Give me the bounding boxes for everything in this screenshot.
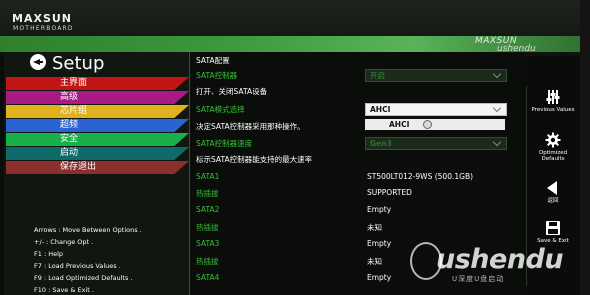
button-caption: Previous Values bbox=[531, 107, 575, 113]
menu-label: 启动 bbox=[60, 148, 79, 158]
select-value: AHCI bbox=[370, 105, 391, 114]
menu-item-main[interactable]: 主界面 bbox=[6, 77, 189, 90]
chevron-down-icon bbox=[492, 137, 502, 147]
chevron-down-icon bbox=[492, 103, 502, 113]
optimized-defaults-button[interactable]: Optimized Defaults bbox=[530, 132, 576, 162]
menu-item-boot[interactable]: 启动 bbox=[6, 147, 189, 160]
help-line: F10 : Save & Exit . bbox=[34, 286, 94, 294]
port-label: SATA1 bbox=[196, 172, 220, 181]
mouse-cursor bbox=[423, 120, 432, 129]
sata-controller-select[interactable]: 开启 bbox=[365, 69, 507, 82]
help-line: F1 : Help bbox=[34, 250, 64, 258]
button-caption: Optimized Defaults bbox=[538, 150, 568, 162]
dropdown-option[interactable]: AHCI bbox=[365, 119, 505, 130]
port-label: SATA4 bbox=[196, 273, 220, 282]
hotplug-value: 未知 bbox=[367, 223, 382, 232]
back-arrow-icon bbox=[547, 181, 557, 195]
hotplug-label: 热插拔 bbox=[196, 223, 219, 232]
sliders-icon bbox=[546, 90, 560, 104]
bios-screen: MAXSUN MOTHERBOARD MAXSUN ushendu Setup … bbox=[0, 0, 590, 295]
setting-sata-mode[interactable]: SATA模式选择 bbox=[196, 104, 245, 115]
port-value: Empty bbox=[367, 239, 392, 248]
port-value: Empty bbox=[367, 205, 392, 214]
setting-sata-controller[interactable]: SATA控制器 bbox=[196, 70, 237, 81]
menu-label: 高级 bbox=[60, 92, 79, 102]
previous-values-button[interactable]: Previous Values bbox=[530, 89, 576, 113]
hotplug-label: 热插拔 bbox=[196, 257, 219, 266]
menu-item-chipset[interactable]: 芯片组 bbox=[6, 105, 189, 118]
setting-help: 打开、关闭SATA设备 bbox=[196, 87, 268, 96]
back-arrow-icon[interactable] bbox=[30, 54, 46, 70]
save-exit-button[interactable]: Save & Exit bbox=[530, 220, 576, 244]
menu-label: 超频 bbox=[60, 120, 79, 130]
port-value: ST500LT012-9WS (500.1GB) bbox=[367, 172, 474, 181]
menu-item-advanced[interactable]: 高级 bbox=[6, 91, 189, 104]
port-label: SATA3 bbox=[196, 239, 220, 248]
menu-item-save-exit[interactable]: 保存退出 bbox=[6, 161, 189, 174]
sata-mode-select[interactable]: AHCI bbox=[365, 103, 507, 116]
select-value: 开启 bbox=[370, 71, 385, 80]
setting-help: 决定SATA控制器采用那种操作。 bbox=[196, 122, 305, 131]
back-button[interactable]: 返回 bbox=[530, 180, 576, 204]
setting-help: 标示SATA控制器能支持的最大速率 bbox=[196, 155, 313, 164]
setting-sata-speed[interactable]: SATA控制器速度 bbox=[196, 138, 252, 149]
chevron-down-icon bbox=[492, 69, 502, 79]
header-bar: MAXSUN MOTHERBOARD MAXSUN ushendu bbox=[0, 0, 590, 56]
button-caption: 返回 bbox=[547, 198, 559, 204]
hotplug-value: 未知 bbox=[367, 257, 382, 266]
hotplug-value: SUPPORTED bbox=[367, 188, 412, 197]
select-value: Gen3 bbox=[370, 139, 392, 148]
screen-edge bbox=[580, 0, 590, 295]
menu-label: 安全 bbox=[60, 134, 79, 144]
help-line: +/- : Change Opt . bbox=[34, 238, 94, 246]
help-line: Arrows : Move Between Options . bbox=[34, 226, 142, 234]
menu-label: 主界面 bbox=[60, 78, 88, 88]
section-title: SATA配置 bbox=[196, 56, 230, 65]
menu-item-overclock[interactable]: 超频 bbox=[6, 119, 189, 132]
help-line: F7 : Load Previous Values . bbox=[34, 262, 121, 270]
watermark-text: ushendu bbox=[436, 244, 564, 275]
menu-item-security[interactable]: 安全 bbox=[6, 133, 189, 146]
brand-logo: MAXSUN bbox=[12, 12, 73, 25]
menu-label: 芯片组 bbox=[60, 106, 88, 116]
brand-logo-sub: MOTHERBOARD bbox=[13, 25, 74, 32]
sata-speed-select[interactable]: Gen3 bbox=[365, 137, 507, 150]
setup-title: Setup bbox=[52, 53, 105, 74]
save-icon bbox=[546, 221, 560, 235]
dropdown-option-label: AHCI bbox=[389, 120, 410, 129]
port-label: SATA2 bbox=[196, 205, 220, 214]
help-line: F9 : Load Optimized Defaults . bbox=[34, 274, 133, 282]
menu-label: 保存退出 bbox=[60, 162, 97, 172]
hotplug-label: 热插拔 bbox=[196, 189, 219, 198]
watermark-sub: U深度U盘启动 bbox=[452, 275, 505, 283]
port-value: Empty bbox=[367, 273, 392, 282]
gear-icon bbox=[545, 132, 561, 148]
